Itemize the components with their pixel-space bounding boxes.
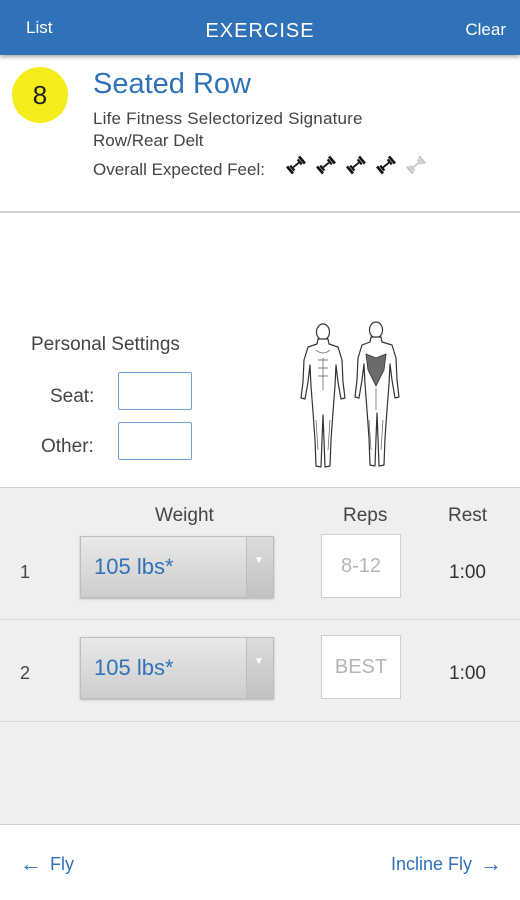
arrow-right-icon: → — [480, 851, 502, 876]
divider — [0, 211, 520, 213]
page-title: EXERCISE — [205, 20, 315, 42]
other-input[interactable] — [118, 422, 192, 460]
expected-feel-label: Overall Expected Feel: — [93, 160, 265, 179]
previous-exercise-label: Fly — [50, 853, 74, 874]
muscle-group-line: Row/Rear Delt — [93, 131, 204, 150]
previous-exercise-link[interactable]: ← Fly — [20, 853, 74, 875]
weight-column-header: Weight — [155, 505, 214, 526]
equipment-line: Life Fitness Selectorized Signature — [93, 109, 363, 128]
reps-input[interactable]: 8-12 — [321, 534, 401, 598]
dumbbell-icon — [406, 155, 426, 175]
rest-value: 1:00 — [449, 562, 486, 583]
dumbbell-icon — [376, 155, 396, 175]
dropdown-arrow: ▼ — [246, 638, 273, 698]
dropdown-arrow: ▼ — [246, 537, 273, 597]
dumbbell-icon — [316, 155, 336, 175]
next-exercise-label: Incline Fly — [390, 853, 472, 874]
exercise-name: Seated Row — [93, 68, 251, 100]
seat-label: Seat: — [50, 386, 95, 407]
other-label: Other: — [41, 436, 94, 457]
chevron-down-icon: ▼ — [254, 656, 264, 667]
seat-input[interactable] — [118, 372, 192, 410]
reps-column-header: Reps — [343, 505, 388, 526]
reps-input[interactable]: BEST — [321, 635, 401, 699]
weight-value: 105 lbs* — [94, 655, 174, 680]
rest-value: 1:00 — [449, 663, 486, 684]
row-divider — [0, 721, 520, 722]
set-number: 1 — [20, 562, 31, 582]
divider — [0, 824, 520, 825]
dumbbell-icon — [286, 155, 306, 175]
set-number: 2 — [20, 663, 31, 683]
clear-button[interactable]: Clear — [465, 20, 506, 40]
expected-feel-rating — [285, 154, 427, 180]
row-divider — [0, 619, 520, 620]
weight-select[interactable]: 105 lbs* ▼ — [80, 637, 274, 699]
next-exercise-link[interactable]: Incline Fly → — [391, 853, 502, 875]
muscle-diagram-icon — [300, 321, 400, 468]
top-app-bar: List EXERCISE Clear — [0, 0, 520, 55]
arrow-left-icon: ← — [20, 851, 42, 876]
personal-settings-title: Personal Settings — [31, 334, 180, 355]
dumbbell-icon — [346, 155, 366, 175]
weight-select[interactable]: 105 lbs* ▼ — [80, 536, 274, 598]
chevron-down-icon: ▼ — [254, 555, 264, 566]
exercise-number-badge: 8 — [12, 67, 68, 123]
weight-value: 105 lbs* — [94, 554, 174, 579]
rest-column-header: Rest — [448, 505, 488, 526]
